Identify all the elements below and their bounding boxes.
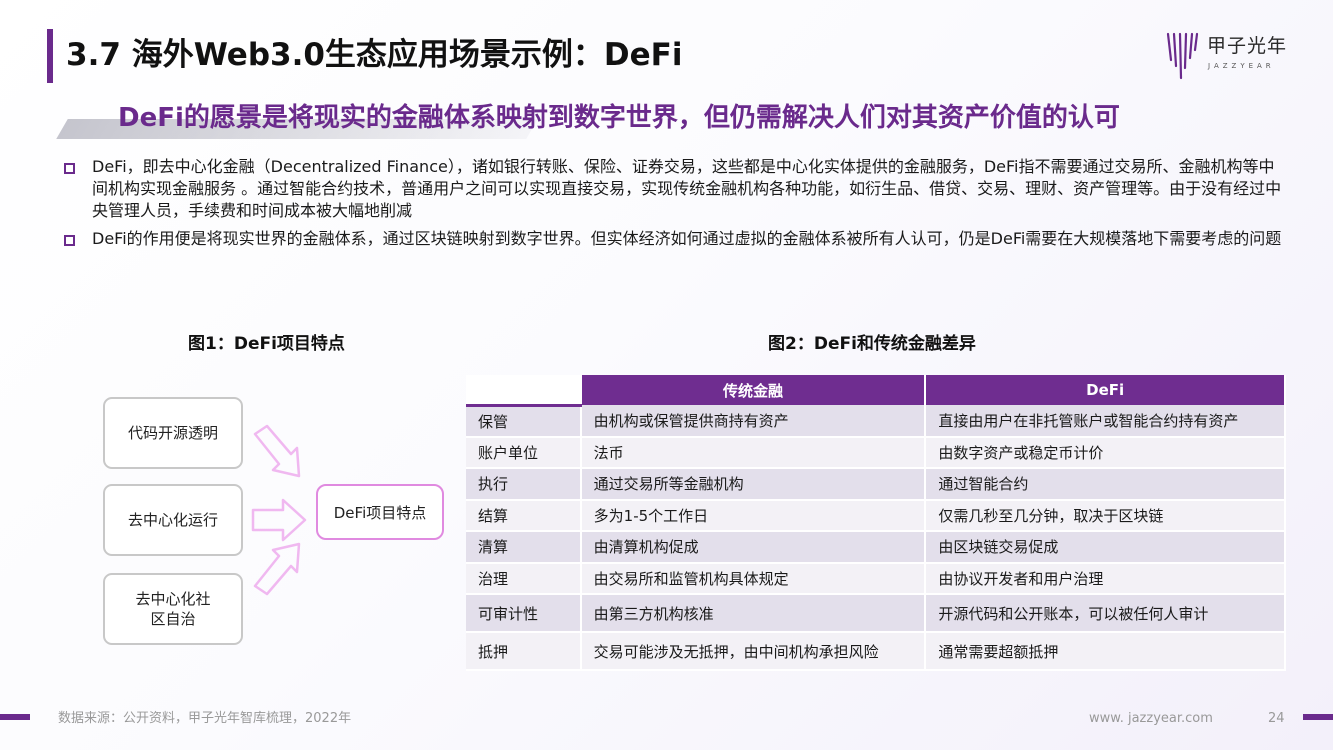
footer-website-link[interactable]: www. jazzyear.com [1089, 709, 1213, 729]
feature-community-governance: 去中心化社 区自治 [103, 573, 243, 645]
slide-subtitle: DeFi的愿景是将现实的金融体系映射到数字世界，但仍需解决人们对其资产价值的认可 [118, 103, 1120, 133]
traditional-cell: 由第三方机构核准 [580, 594, 927, 633]
bullet-item: DeFi的作用便是将现实世界的金融体系，通过区块链映射到数字世界。但实体经济如何… [62, 228, 1282, 250]
bullet-text: DeFi，即去中心化金融（Decentralized Finance），诸如银行… [92, 157, 1282, 220]
logo-chinese-name: 甲子光年 [1207, 35, 1288, 57]
footer-source: 数据来源：公开资料，甲子光年智库梳理，2022年 [58, 711, 352, 726]
bullet-item: DeFi，即去中心化金融（Decentralized Finance），诸如银行… [62, 156, 1282, 222]
defi-cell: 由协议开发者和用户治理 [925, 562, 1286, 595]
figure1-title: 图1：DeFi项目特点 [188, 334, 345, 354]
row-label: 账户单位 [466, 436, 582, 469]
footer-accent-right [1303, 714, 1333, 720]
row-label: 抵押 [466, 632, 582, 671]
traditional-cell: 法币 [580, 436, 927, 469]
defi-cell: 仅需几秒至几分钟，取决于区块链 [925, 499, 1286, 532]
table-row: 可审计性 由第三方机构核准 开源代码和公开账本，可以被任何人审计 [466, 594, 1286, 633]
figure2-title: 图2：DeFi和传统金融差异 [768, 334, 976, 354]
table-row: 执行 通过交易所等金融机构 通过智能合约 [466, 468, 1286, 501]
arrow-down-right-icon [253, 424, 301, 478]
table-row: 治理 由交易所和监管机构具体规定 由协议开发者和用户治理 [466, 562, 1286, 595]
header-defi: DeFi [925, 375, 1286, 405]
traditional-cell: 由机构或保管提供商持有资产 [580, 405, 927, 438]
brand-logo: 甲子光年 JAZZYEAR [1165, 30, 1295, 82]
title-accent-bar [47, 29, 53, 83]
page-title: 3.7 海外Web3.0生态应用场景示例：DeFi [66, 37, 683, 73]
logo-english-name: JAZZYEAR [1208, 62, 1275, 70]
table-row: 保管 由机构或保管提供商持有资产 直接由用户在非托管账户或智能合约持有资产 [466, 405, 1286, 438]
traditional-cell: 通过交易所等金融机构 [580, 468, 927, 501]
flow-arrows [251, 424, 307, 596]
table-row: 抵押 交易可能涉及无抵押，由中间机构承担风险 通常需要超额抵押 [466, 632, 1286, 671]
traditional-cell: 交易可能涉及无抵押，由中间机构承担风险 [580, 632, 927, 671]
row-label: 清算 [466, 531, 582, 564]
defi-cell: 由区块链交易促成 [925, 531, 1286, 564]
feature-open-source: 代码开源透明 [103, 397, 243, 469]
defi-cell: 直接由用户在非托管账户或智能合约持有资产 [925, 405, 1286, 438]
defi-cell: 通常需要超额抵押 [925, 632, 1286, 671]
row-label: 治理 [466, 562, 582, 595]
arrow-right-icon [251, 498, 307, 542]
table-row: 账户单位 法币 由数字资产或稳定币计价 [466, 436, 1286, 469]
feature-decentralized-operation: 去中心化运行 [103, 484, 243, 556]
row-label: 保管 [466, 405, 582, 438]
traditional-cell: 多为1-5个工作日 [580, 499, 927, 532]
bullet-list: DeFi，即去中心化金融（Decentralized Finance），诸如银行… [62, 156, 1282, 256]
footer-accent-left [0, 714, 30, 720]
comparison-table: 传统金融 DeFi 保管 由机构或保管提供商持有资产 直接由用户在非托管账户或智… [466, 375, 1286, 671]
traditional-cell: 由交易所和监管机构具体规定 [580, 562, 927, 595]
defi-cell: 通过智能合约 [925, 468, 1286, 501]
square-bullet-icon [64, 163, 75, 174]
row-label: 结算 [466, 499, 582, 532]
traditional-cell: 由清算机构促成 [580, 531, 927, 564]
header-blank-cell [466, 375, 582, 407]
table-row: 结算 多为1-5个工作日 仅需几秒至几分钟，取决于区块链 [466, 499, 1286, 532]
row-label: 执行 [466, 468, 582, 501]
defi-cell: 由数字资产或稳定币计价 [925, 436, 1286, 469]
logo-mark-icon [1166, 32, 1199, 80]
arrow-up-right-icon [253, 542, 301, 596]
defi-features-center-box: DeFi项目特点 [316, 484, 444, 540]
square-bullet-icon [64, 235, 75, 246]
header-traditional-finance: 传统金融 [580, 375, 927, 405]
row-label: 可审计性 [466, 594, 582, 633]
table-header-row: 传统金融 DeFi [466, 375, 1286, 407]
defi-cell: 开源代码和公开账本，可以被任何人审计 [925, 594, 1286, 633]
table-row: 清算 由清算机构促成 由区块链交易促成 [466, 531, 1286, 564]
page-number: 24 [1268, 711, 1285, 726]
bullet-text: DeFi的作用便是将现实世界的金融体系，通过区块链映射到数字世界。但实体经济如何… [92, 229, 1282, 248]
